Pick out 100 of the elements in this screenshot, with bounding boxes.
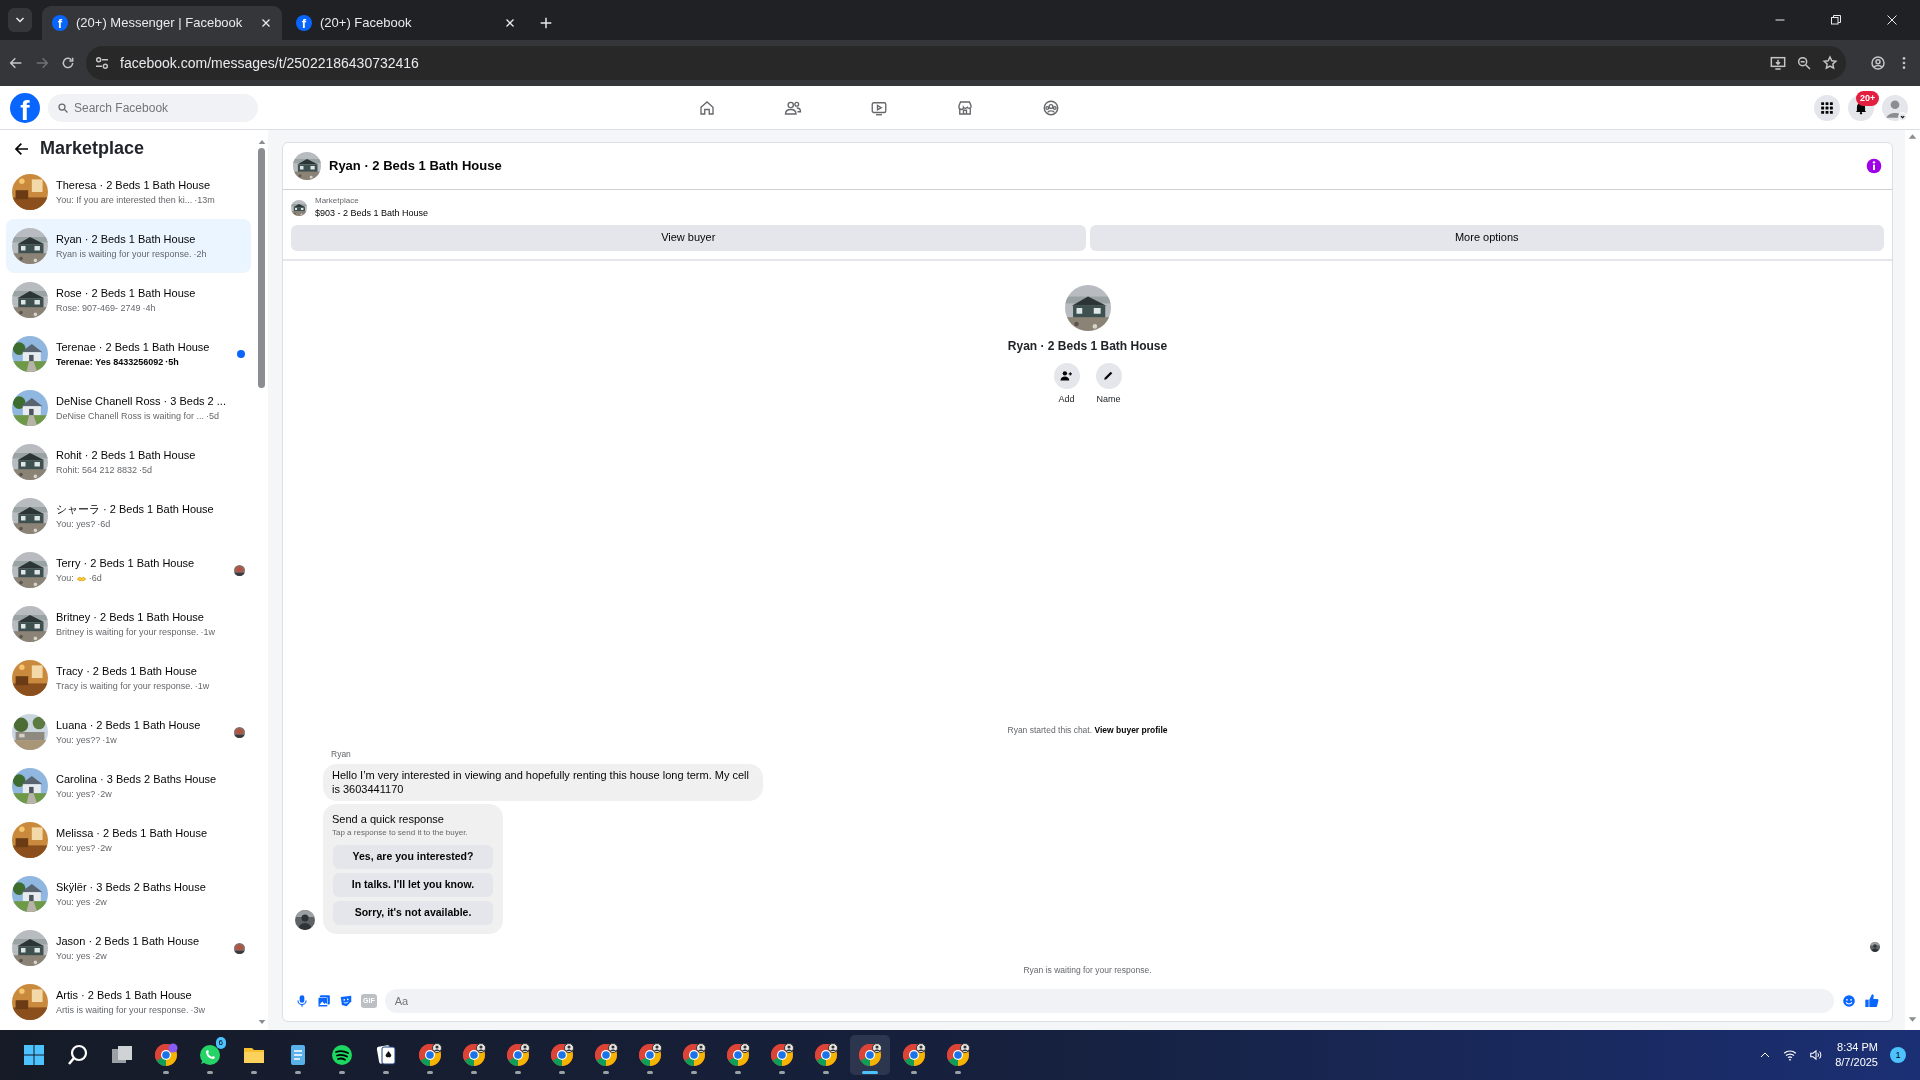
count-badge: 6	[215, 1037, 226, 1049]
volume-icon[interactable]	[1809, 1048, 1824, 1062]
conversation-item[interactable]: Terry · 2 Beds 1 Bath House You: ·6d	[6, 543, 251, 597]
running-indicator	[647, 1071, 653, 1074]
favicon-icon: f	[296, 15, 312, 31]
avatar-icon[interactable]	[1882, 94, 1908, 121]
message-time: ·13m	[194, 193, 215, 207]
quick-reply-button[interactable]: Sorry, it's not available.	[333, 901, 493, 926]
thumbs-up-icon[interactable]	[1864, 993, 1880, 1009]
message-time: ·5d	[206, 409, 220, 423]
conversation-item[interactable]: Tracy · 2 Beds 1 Bath House Tracy is waiting for your response. ·1w	[6, 651, 251, 705]
notification-count[interactable]: 1	[1890, 1047, 1906, 1063]
taskbar-button[interactable]	[850, 1035, 890, 1075]
group-icon[interactable]	[1042, 98, 1060, 117]
conversation-item[interactable]: Luana · 2 Beds 1 Bath House You: yes?? ·1w	[6, 705, 251, 759]
chrome-icon	[902, 1043, 926, 1067]
conversation-item[interactable]: Rose · 2 Beds 1 Bath House Rose: 907-469- 2749 ·4h	[6, 273, 251, 327]
clock-time[interactable]: 8:34 PM	[1835, 1040, 1878, 1055]
running-indicator	[251, 1071, 257, 1074]
back-icon[interactable]	[14, 140, 30, 157]
scroll-down-icon[interactable]	[257, 1018, 266, 1026]
buyer-profile-link[interactable]: View buyer profile	[1094, 724, 1168, 735]
message-time: ·2w	[97, 841, 112, 855]
scroll-up-icon[interactable]	[1908, 132, 1917, 141]
running-indicator	[515, 1071, 521, 1074]
profile-action-button[interactable]	[1095, 362, 1122, 389]
running-indicator	[955, 1071, 961, 1074]
message-time: ·3w	[190, 1003, 206, 1017]
photo-icon[interactable]	[317, 994, 331, 1008]
scroll-down-icon[interactable]	[1908, 1015, 1917, 1024]
conversation-item[interactable]: Theresa · 2 Beds 1 Bath House You: If you are interested then ki... ·13m	[6, 165, 251, 219]
scrollbar-thumb[interactable]	[258, 148, 265, 388]
message-preview: You: yes?	[56, 517, 96, 531]
scroll-up-icon[interactable]	[257, 138, 266, 146]
conversation-item[interactable]: DeNise Chanell Ross · 3 Beds 2 ... DeNise Chanell Ross is waiting for ... ·5d	[6, 381, 251, 435]
action-button[interactable]: More options	[1089, 224, 1884, 251]
tab-title: (20+) Messenger | Facebook	[76, 14, 244, 33]
taskbar-button[interactable]: 6	[190, 1035, 230, 1075]
message-preview: You: yes??	[56, 733, 101, 747]
address-field[interactable]: facebook.com/messages/t/25022186430732416	[120, 52, 419, 74]
message-input[interactable]: Aa	[384, 989, 1834, 1013]
shop-icon[interactable]	[956, 98, 974, 117]
action-button[interactable]: View buyer	[291, 224, 1086, 251]
bookmark-star-icon[interactable]	[1822, 55, 1838, 71]
conversation-item[interactable]: Rohit · 2 Beds 1 Bath House Rohit: 564 212 8832 ·5d	[6, 435, 251, 489]
restore-icon[interactable]	[1830, 14, 1842, 26]
close-icon[interactable]	[504, 17, 516, 29]
sticker-icon[interactable]	[339, 994, 353, 1008]
quick-response-subtitle: Tap a response to send it to the buyer.	[332, 827, 469, 840]
logo[interactable]: f	[10, 92, 40, 123]
message-preview: Rose: 907-469- 2749	[56, 301, 141, 315]
scrollbar[interactable]	[1905, 130, 1920, 1030]
message-preview: Rohit: 564 212 8832	[56, 463, 138, 477]
running-indicator	[779, 1071, 785, 1074]
conversation-item[interactable]: Carolina · 3 Beds 2 Baths House You: yes? ·2w	[6, 759, 251, 813]
clock-date[interactable]: 8/7/2025	[1835, 1055, 1878, 1070]
message-time: ·5h	[165, 355, 179, 369]
zoom-icon[interactable]	[1796, 55, 1812, 71]
playing-cards-icon	[374, 1043, 398, 1067]
notification-badge: 20+	[1856, 90, 1880, 106]
close-icon[interactable]	[260, 17, 272, 29]
message-preview: Tracy is waiting for your response.	[56, 679, 193, 693]
conversation-item[interactable]: Ryan · 2 Beds 1 Bath House Ryan is waiting for your response. ·2h	[6, 219, 251, 273]
close-icon[interactable]	[1886, 14, 1898, 26]
browser-tab[interactable]: f (20+) Messenger | Facebook	[42, 6, 282, 40]
back-icon[interactable]	[8, 55, 24, 71]
message-time: ·1w	[102, 733, 117, 747]
microphone-icon[interactable]	[295, 994, 309, 1008]
tab-list-button[interactable]	[8, 8, 32, 32]
browser-tab[interactable]: f (20+) Facebook	[286, 6, 526, 40]
chrome-icon	[418, 1043, 442, 1067]
conversation-item[interactable]: Skÿlër · 3 Beds 2 Baths House You: yes ·2w	[6, 867, 251, 921]
profile-icon[interactable]	[1870, 55, 1886, 71]
conversation-item[interactable]: Jason · 2 Beds 1 Bath House You: yes ·2w	[6, 921, 251, 975]
search-field[interactable]: Search Facebook	[48, 93, 258, 122]
contact-name: Terry · 2 Beds 1 Bath House	[56, 556, 196, 571]
message-preview: You: If you are interested then ki...	[56, 193, 193, 207]
wifi-icon[interactable]	[1783, 1048, 1798, 1062]
reload-icon[interactable]	[60, 55, 76, 71]
chrome-icon	[946, 1043, 970, 1067]
music-app-icon	[330, 1043, 354, 1067]
install-icon[interactable]	[1770, 55, 1786, 71]
conversation-item[interactable]: シャーラ · 2 Beds 1 Bath House You: yes? ·6d	[6, 489, 251, 543]
quick-reply-button[interactable]: In talks. I'll let you know.	[333, 873, 493, 898]
profile-action-button[interactable]	[1053, 362, 1080, 389]
running-indicator	[691, 1071, 697, 1074]
conversation-item[interactable]: Terenae · 2 Beds 1 Bath House Terenae: Yes 8433256092 ·5h	[6, 327, 251, 381]
running-indicator	[163, 1071, 169, 1074]
conversation-item[interactable]: Artis · 2 Beds 1 Bath House Artis is waiting for your response. ·3w	[6, 975, 251, 1029]
contact-name: Rohit · 2 Beds 1 Bath House	[56, 448, 197, 463]
conversation-item[interactable]: Melissa · 2 Beds 1 Bath House You: yes? ·2w	[6, 813, 251, 867]
message-preview: You: yes?	[56, 787, 96, 801]
info-icon[interactable]	[1866, 158, 1882, 174]
conversation-item[interactable]: Britney · 2 Beds 1 Bath House Britney is waiting for your response. ·1w	[6, 597, 251, 651]
quick-reply-button[interactable]: Yes, are you interested?	[333, 845, 493, 870]
site-settings-icon[interactable]	[94, 55, 110, 71]
new-tab-icon[interactable]	[538, 15, 554, 31]
message-bubble: Hello I’m very interested in viewing and hopefully renting this house long term. My cell is 3603441170	[323, 764, 763, 801]
emoji-icon[interactable]	[1842, 994, 1856, 1008]
menu-button[interactable]	[1814, 94, 1840, 121]
